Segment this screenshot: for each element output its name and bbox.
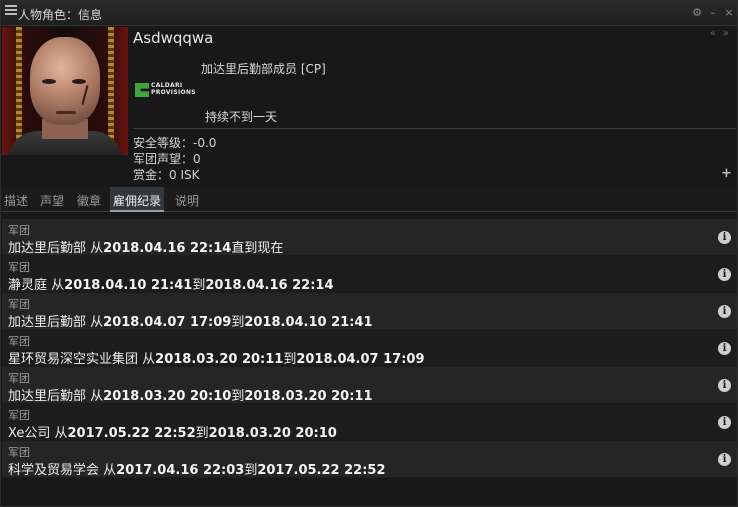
tab-notes[interactable]: 说明 [172, 187, 202, 212]
row-type-label: 军团 [8, 261, 30, 274]
hamburger-menu-icon[interactable] [5, 5, 17, 17]
row-type-label: 军团 [8, 224, 30, 237]
history-row[interactable]: 军团 加达里后勤部 从2018.04.16 22:14直到现在 i [2, 219, 737, 256]
tab-description[interactable]: 描述 [1, 187, 31, 212]
row-entry: 瀞灵庭 从2018.04.10 21:41到2018.04.16 22:14 [8, 278, 334, 293]
close-button[interactable]: × [723, 6, 735, 19]
corp-standing: 军团声望：0 [133, 152, 201, 166]
security-status: 安全等级：-0.0 [133, 136, 217, 150]
tab-decorations[interactable]: 徽章 [74, 187, 104, 212]
row-entry: 科学及贸易学会 从2017.04.16 22:03到2017.05.22 22:… [8, 463, 386, 478]
tab-standings[interactable]: 声望 [37, 187, 67, 212]
info-icon[interactable]: i [718, 305, 731, 318]
history-row[interactable]: 军团 加达里后勤部 从2018.03.20 20:10到2018.03.20 2… [2, 367, 737, 404]
row-entry: 加达里后勤部 从2018.04.16 22:14直到现在 [8, 241, 284, 256]
character-portrait[interactable] [2, 27, 128, 155]
row-type-label: 军团 [8, 372, 30, 385]
info-icon[interactable]: i [718, 268, 731, 281]
history-row[interactable]: 军团 瀞灵庭 从2018.04.10 21:41到2018.04.16 22:1… [2, 256, 737, 293]
tab-bar: 描述 声望 徽章 雇佣纪录 说明 [1, 187, 737, 212]
row-entry: 星环贸易深空实业集团 从2018.03.20 20:11到2018.04.07 … [8, 352, 425, 367]
history-nav-arrows[interactable]: « » [710, 28, 731, 39]
bounty: 赏金：0 ISK [133, 168, 200, 182]
title-bar[interactable]: 人物角色：信息 ⚙ – × [1, 1, 737, 26]
row-type-label: 军团 [8, 409, 30, 422]
history-row[interactable]: 军团 星环贸易深空实业集团 从2018.03.20 20:11到2018.04.… [2, 330, 737, 367]
info-icon[interactable]: i [718, 453, 731, 466]
divider [133, 128, 736, 129]
info-icon[interactable]: i [718, 379, 731, 392]
history-row[interactable]: 军团 Xe公司 从2017.05.22 22:52到2018.03.20 20:… [2, 404, 737, 441]
row-entry: 加达里后勤部 从2018.04.07 17:09到2018.04.10 21:4… [8, 315, 373, 330]
history-row[interactable]: 军团 科学及贸易学会 从2017.04.16 22:03到2017.05.22 … [2, 441, 737, 478]
character-name: Asdwqqwa [133, 29, 214, 47]
corporation-duration: 持续不到一天 [205, 110, 278, 124]
add-contact-plus-icon[interactable]: + [721, 166, 732, 181]
info-icon[interactable]: i [718, 342, 731, 355]
character-info-window: 人物角色：信息 ⚙ – × « » Asdwqqwa 加达里后勤部成员 [CP]… [0, 0, 738, 507]
minimize-button[interactable]: – [707, 6, 719, 19]
history-row[interactable]: 军团 加达里后勤部 从2018.04.07 17:09到2018.04.10 2… [2, 293, 737, 330]
corporation-logo[interactable]: CALDARI PROVISIONS [135, 81, 199, 99]
corporation-link[interactable]: 加达里后勤部成员 [CP] [201, 60, 326, 77]
row-entry: Xe公司 从2017.05.22 22:52到2018.03.20 20:10 [8, 426, 337, 441]
row-entry: 加达里后勤部 从2018.03.20 20:10到2018.03.20 20:1… [8, 389, 373, 404]
info-icon[interactable]: i [718, 416, 731, 429]
info-icon[interactable]: i [718, 231, 731, 244]
row-type-label: 军团 [8, 335, 30, 348]
row-type-label: 军团 [8, 298, 30, 311]
employment-history-list: 军团 加达里后勤部 从2018.04.16 22:14直到现在 i 军团 瀞灵庭… [2, 219, 737, 478]
settings-gear-icon[interactable]: ⚙ [691, 6, 703, 19]
tab-employment-history[interactable]: 雇佣纪录 [110, 187, 165, 212]
window-title: 人物角色：信息 [18, 8, 103, 22]
row-type-label: 军团 [8, 446, 30, 459]
